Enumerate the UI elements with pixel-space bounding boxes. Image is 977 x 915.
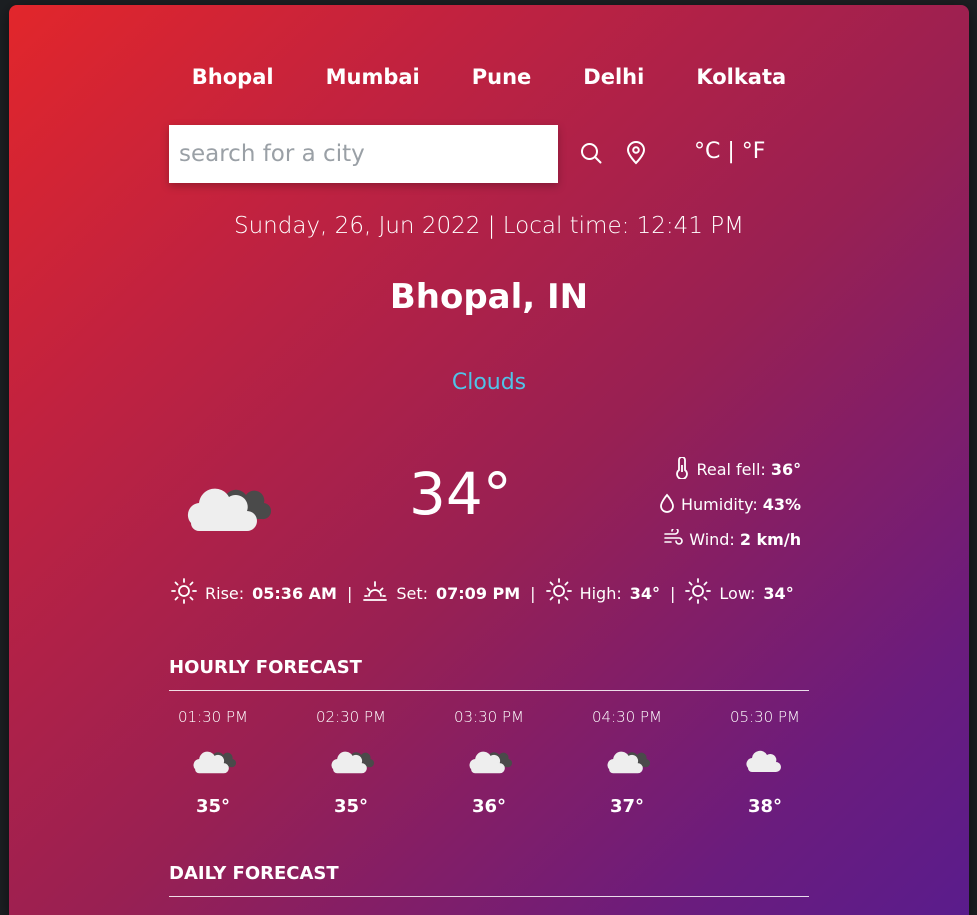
city-shortcuts: Bhopal Mumbai Pune Delhi Kolkata: [9, 65, 969, 89]
humidity-label: Humidity:: [681, 495, 758, 514]
city-link-bhopal[interactable]: Bhopal: [192, 65, 274, 89]
sunset-label: Set:: [396, 583, 429, 603]
city-link-kolkata[interactable]: Kolkata: [696, 65, 786, 89]
wind-value: 2 km/h: [739, 530, 802, 549]
current-temperature: 34°: [409, 460, 512, 528]
cloud-broken-icon: [558, 734, 696, 784]
hourly-temp: 37°: [609, 796, 645, 817]
weather-card: Bhopal Mumbai Pune Delhi Kolkata °C | °F…: [9, 5, 969, 915]
sunset-value: 07:09 PM: [436, 583, 521, 603]
location-title: Bhopal, IN: [389, 277, 589, 317]
search-input[interactable]: [169, 125, 558, 183]
hourly-time: 03:30 PM: [454, 708, 524, 726]
wind-row: Wind: 2 km/h: [659, 522, 801, 557]
sunrise-value: 05:36 AM: [252, 583, 337, 603]
hourly-temp: 35°: [195, 796, 231, 817]
unit-separator: |: [727, 139, 735, 164]
hourly-forecast-list: 01:30 PM 35° 02:30 PM 35° 03:30 PM 36° 0…: [144, 708, 834, 817]
high-label: High:: [579, 583, 622, 603]
sun-icon: [545, 578, 572, 608]
sun-icon: [171, 578, 197, 608]
city-link-delhi[interactable]: Delhi: [583, 65, 644, 89]
high-item: High: 34°: [545, 578, 660, 608]
separator: |: [670, 583, 676, 603]
hourly-item: 02:30 PM 35°: [282, 708, 420, 817]
low-label: Low:: [719, 583, 756, 603]
sunrise-item: Rise: 05:36 AM: [171, 578, 337, 608]
high-value: 34°: [629, 583, 660, 603]
sunrise-label: Rise:: [205, 583, 245, 603]
real-feel-row: Real fell: 36°: [659, 452, 801, 487]
separator: |: [530, 583, 536, 603]
sunset-icon: [362, 578, 388, 608]
droplet-icon: [659, 493, 675, 517]
search-icon[interactable]: [579, 141, 603, 169]
search-row: °C | °F: [169, 125, 809, 183]
real-feel-value: 36°: [770, 460, 802, 479]
sunset-item: Set: 07:09 PM: [362, 578, 520, 608]
daily-forecast-title: DAILY FORECAST: [169, 863, 809, 897]
cloud-scattered-icon: [696, 734, 834, 784]
hourly-time: 05:30 PM: [730, 708, 800, 726]
low-item: Low: 34°: [685, 578, 794, 608]
city-link-pune[interactable]: Pune: [472, 65, 532, 89]
separator: |: [346, 583, 353, 603]
hourly-item: 01:30 PM 35°: [144, 708, 282, 817]
hourly-time: 02:30 PM: [316, 708, 386, 726]
hourly-forecast-title: HOURLY FORECAST: [169, 657, 809, 691]
humidity-row: Humidity: 43%: [659, 487, 801, 522]
hourly-temp: 38°: [747, 796, 783, 817]
fahrenheit-button[interactable]: °F: [742, 139, 766, 164]
cloud-broken-icon: [420, 734, 558, 784]
cloud-broken-icon: [144, 734, 282, 784]
low-value: 34°: [763, 583, 794, 603]
sun-temp-row: Rise: 05:36 AM | Set: 07:09 PM | High: 3…: [171, 578, 811, 608]
celsius-button[interactable]: °C: [694, 139, 720, 164]
hourly-time: 01:30 PM: [178, 708, 248, 726]
hourly-temp: 35°: [333, 796, 369, 817]
hourly-item: 04:30 PM 37°: [558, 708, 696, 817]
hourly-item: 05:30 PM 38°: [696, 708, 834, 817]
hourly-item: 03:30 PM 36°: [420, 708, 558, 817]
real-feel-label: Real fell:: [696, 460, 766, 479]
hourly-time: 04:30 PM: [592, 708, 662, 726]
unit-toggle: °C | °F: [694, 139, 765, 164]
weather-details: Real fell: 36° Humidity: 43% Wind: 2 km/…: [659, 452, 801, 557]
sun-icon: [685, 578, 712, 608]
thermometer-icon: [674, 455, 690, 483]
wind-icon: [663, 526, 683, 551]
location-pin-icon[interactable]: [625, 141, 647, 169]
city-link-mumbai[interactable]: Mumbai: [326, 65, 420, 89]
local-datetime: Sunday, 26, Jun 2022 | Local time: 12:41…: [234, 213, 744, 239]
humidity-value: 43%: [762, 495, 802, 514]
hourly-temp: 36°: [471, 796, 507, 817]
wind-label: Wind:: [689, 530, 735, 549]
cloud-broken-icon: [181, 475, 272, 535]
weather-condition: Clouds: [451, 370, 527, 395]
cloud-broken-icon: [282, 734, 420, 784]
